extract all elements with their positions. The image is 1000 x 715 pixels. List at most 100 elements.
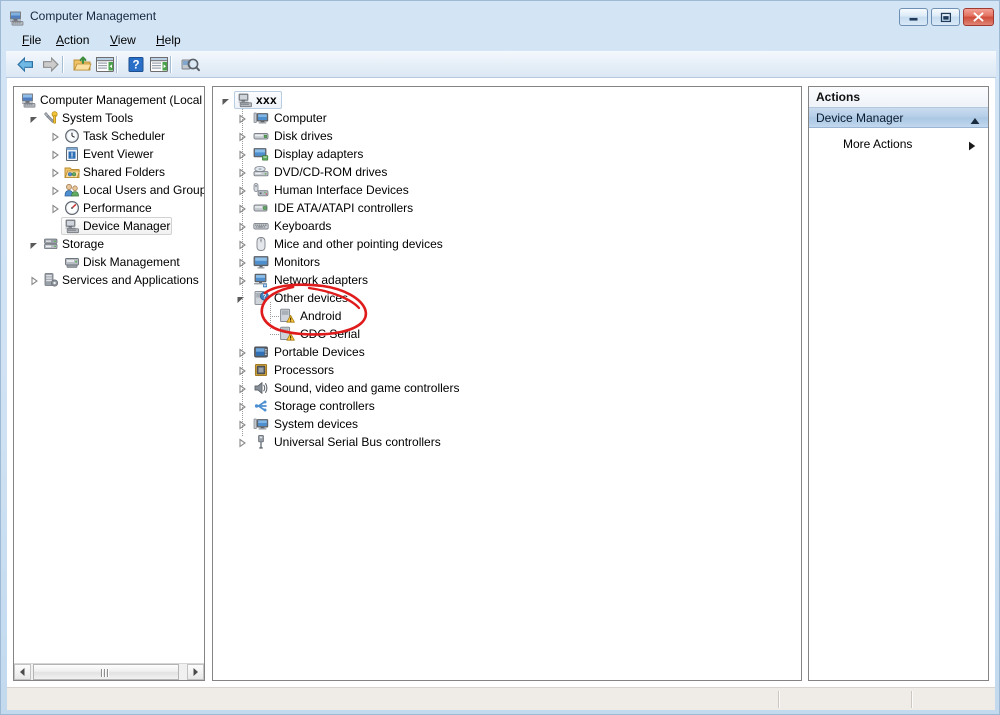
tree-item-local-users-and-groups[interactable]: Local Users and Groups: [14, 181, 204, 199]
help-button[interactable]: ?: [125, 54, 147, 75]
scan-for-hardware-changes-button[interactable]: [179, 54, 201, 75]
title-bar[interactable]: Computer Management: [6, 6, 996, 30]
storage-icon: [43, 236, 59, 252]
chevron-right-icon[interactable]: [237, 419, 247, 429]
device-tree-root[interactable]: xxx: [213, 91, 801, 109]
tree-label: Portable Devices: [274, 345, 365, 359]
chevron-right-icon[interactable]: [50, 167, 60, 177]
storage-controller-icon: [253, 398, 269, 414]
tree-label: Universal Serial Bus controllers: [274, 435, 441, 449]
device-tree-item-computer[interactable]: Computer: [213, 109, 801, 127]
actions-section-device-manager[interactable]: Device Manager: [809, 108, 988, 128]
chevron-right-icon[interactable]: [237, 113, 247, 123]
hscrollbar-thumb[interactable]: [33, 664, 179, 680]
chevron-right-icon[interactable]: [237, 185, 247, 195]
chevron-right-icon[interactable]: [237, 275, 247, 285]
hid-icon: [253, 182, 269, 198]
chevron-down-icon[interactable]: [29, 239, 39, 249]
status-cell-2: [780, 690, 910, 709]
chevron-up-icon[interactable]: [970, 114, 980, 122]
device-tree-item-cdc-serial[interactable]: CDC Serial: [213, 325, 801, 343]
up-one-level-button[interactable]: [71, 54, 93, 75]
device-tree-item-other-devices[interactable]: ? Other devices: [213, 289, 801, 307]
chevron-right-icon[interactable]: [237, 221, 247, 231]
device-tree-item-dvd-cd-rom-drives[interactable]: DVD/CD-ROM drives: [213, 163, 801, 181]
computer-node-icon: [237, 92, 253, 108]
triangle-left-icon[interactable]: [14, 664, 31, 680]
chevron-down-icon[interactable]: [236, 293, 246, 303]
menu-file[interactable]: File: [16, 33, 47, 49]
tree-item-shared-folders[interactable]: Shared Folders: [14, 163, 204, 181]
maximize-button[interactable]: [931, 8, 960, 26]
sound-device-icon: [253, 380, 269, 396]
clock-icon: [64, 128, 80, 144]
device-tree-item-processors[interactable]: Processors: [213, 361, 801, 379]
chevron-down-icon[interactable]: [221, 95, 231, 105]
device-tree-item-android[interactable]: Android: [213, 307, 801, 325]
device-manager-pane[interactable]: xxx Computer: [212, 86, 802, 681]
device-tree-item-human-interface-devices[interactable]: Human Interface Devices: [213, 181, 801, 199]
menu-help[interactable]: Help: [150, 33, 187, 49]
tree-item-system-tools[interactable]: System Tools: [14, 109, 204, 127]
chevron-right-icon[interactable]: [237, 149, 247, 159]
device-tree-item-ide-ata-atapi-controllers[interactable]: IDE ATA/ATAPI controllers: [213, 199, 801, 217]
tree-item-device-manager[interactable]: Device Manager: [14, 217, 204, 235]
device-tree-item-network-adapters[interactable]: Network adapters: [213, 271, 801, 289]
unknown-device-icon: [279, 326, 295, 342]
tree-item-services-and-applications[interactable]: Services and Applications: [14, 271, 204, 289]
device-tree-item-keyboards[interactable]: Keyboards: [213, 217, 801, 235]
actions-section-label: Device Manager: [816, 111, 903, 125]
forward-button[interactable]: [39, 54, 61, 75]
chevron-right-icon[interactable]: [237, 383, 247, 393]
menu-action[interactable]: Action: [50, 33, 95, 49]
back-button[interactable]: [15, 54, 37, 75]
tree-item-event-viewer[interactable]: ! Event Viewer: [14, 145, 204, 163]
chevron-right-icon[interactable]: [50, 203, 60, 213]
menu-view[interactable]: View: [104, 33, 142, 49]
chevron-down-icon[interactable]: [29, 113, 39, 123]
triangle-right-icon[interactable]: [187, 664, 204, 680]
device-tree-item-storage-controllers[interactable]: Storage controllers: [213, 397, 801, 415]
tree-item-disk-management[interactable]: Disk Management: [14, 253, 204, 271]
chevron-right-icon[interactable]: [50, 131, 60, 141]
toolbar-separator-3: [170, 56, 172, 73]
tree-label: Android: [300, 309, 341, 323]
more-actions-item[interactable]: More Actions: [809, 135, 988, 155]
device-tree-item-sound-video-and-game-controllers[interactable]: Sound, video and game controllers: [213, 379, 801, 397]
actions-pane-title: Actions: [809, 87, 988, 108]
close-button[interactable]: [963, 8, 994, 26]
computer-management-icon: [21, 92, 37, 108]
device-tree-item-disk-drives[interactable]: Disk drives: [213, 127, 801, 145]
unknown-device-icon: [279, 308, 295, 324]
chevron-right-icon[interactable]: [237, 257, 247, 267]
more-actions-label: More Actions: [843, 137, 912, 151]
console-tree[interactable]: Computer Management (Local: [14, 87, 204, 659]
device-tree-item-monitors[interactable]: Monitors: [213, 253, 801, 271]
chevron-right-icon[interactable]: [237, 401, 247, 411]
chevron-right-icon[interactable]: [237, 203, 247, 213]
device-tree-item-display-adapters[interactable]: Display adapters: [213, 145, 801, 163]
tree-item-computer-management[interactable]: Computer Management (Local: [14, 91, 204, 109]
tree-item-storage[interactable]: Storage: [14, 235, 204, 253]
show-hide-action-pane-button[interactable]: [148, 54, 170, 75]
chevron-right-icon[interactable]: [237, 131, 247, 141]
chevron-right-icon[interactable]: [29, 275, 39, 285]
chevron-right-icon[interactable]: [237, 347, 247, 357]
show-hide-console-tree-button[interactable]: [94, 54, 116, 75]
chevron-right-icon[interactable]: [237, 437, 247, 447]
tree-item-task-scheduler[interactable]: Task Scheduler: [14, 127, 204, 145]
console-tree-hscrollbar[interactable]: [14, 663, 204, 680]
device-tree-item-system-devices[interactable]: System devices: [213, 415, 801, 433]
device-tree-item-universal-serial-bus-controllers[interactable]: Universal Serial Bus controllers: [213, 433, 801, 451]
minimize-button[interactable]: [899, 8, 928, 26]
device-tree-item-portable-devices[interactable]: Portable Devices: [213, 343, 801, 361]
chevron-right-icon[interactable]: [237, 365, 247, 375]
chevron-right-icon[interactable]: [50, 185, 60, 195]
device-tree-item-mice-and-other-pointing-devices[interactable]: Mice and other pointing devices: [213, 235, 801, 253]
console-tree-pane: Computer Management (Local: [13, 86, 205, 681]
chevron-right-icon[interactable]: [237, 239, 247, 249]
tree-item-performance[interactable]: Performance: [14, 199, 204, 217]
client-area: Computer Management (Local: [7, 78, 995, 710]
chevron-right-icon[interactable]: [237, 167, 247, 177]
chevron-right-icon[interactable]: [50, 149, 60, 159]
